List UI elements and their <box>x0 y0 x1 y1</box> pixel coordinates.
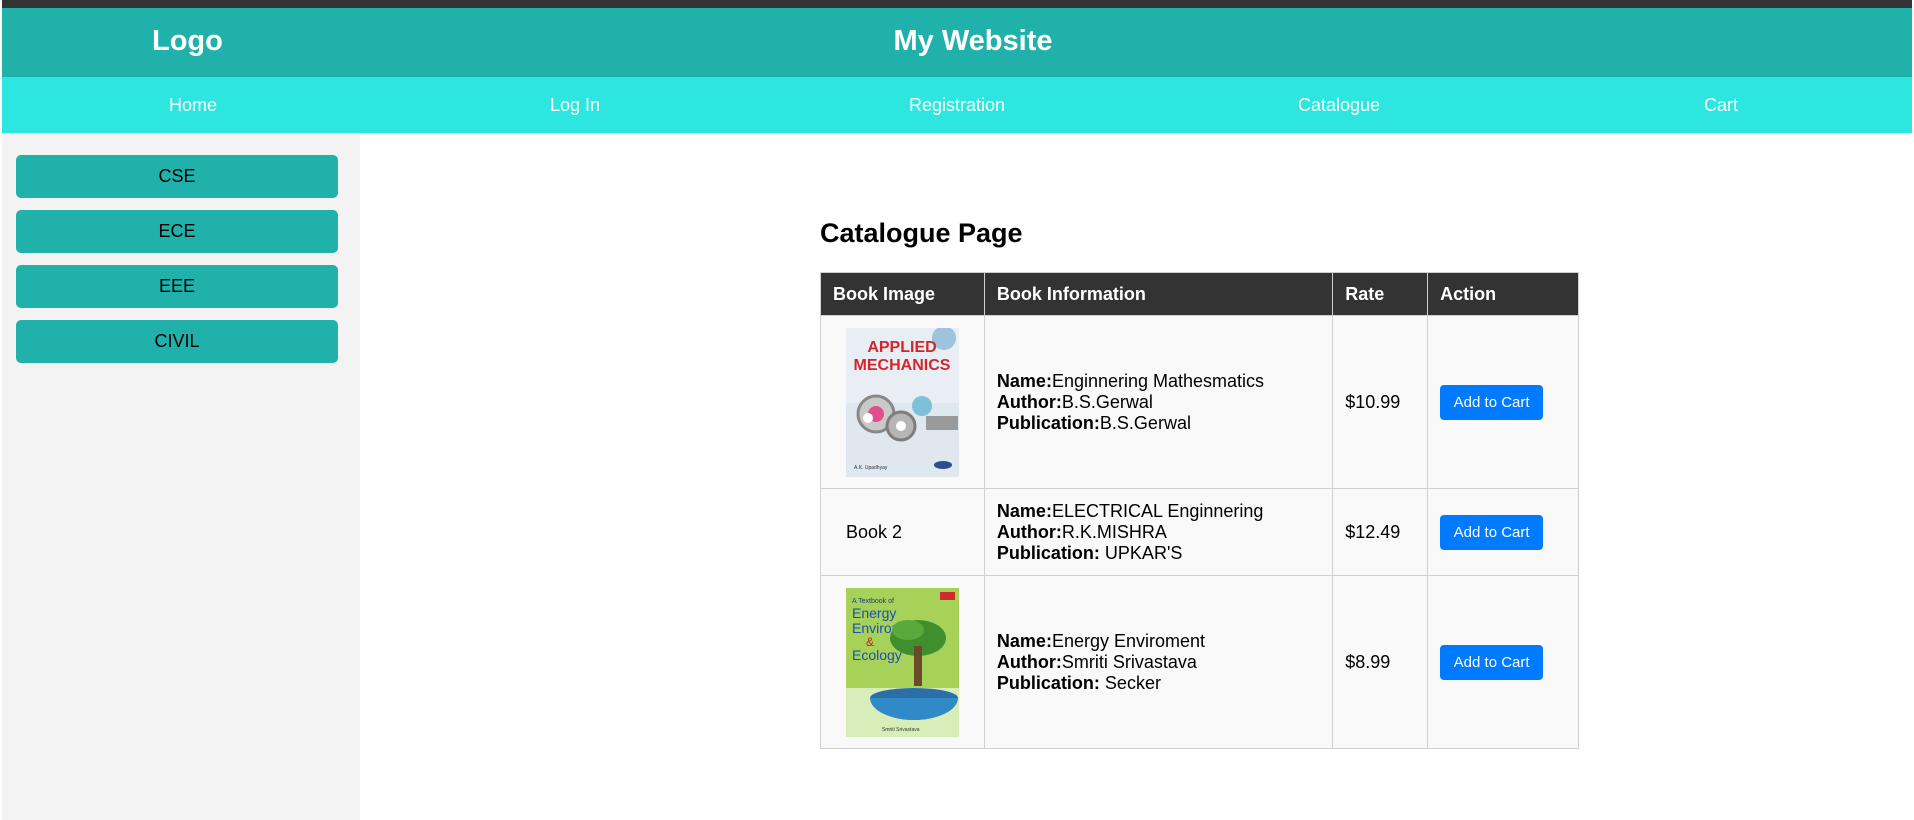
book-name: Enginnering Mathesmatics <box>1051 370 1265 391</box>
sidebar-item-cse[interactable]: CSE <box>16 155 338 198</box>
publication-label: Publication: <box>996 412 1100 433</box>
book-rate: $12.49 <box>1332 488 1429 576</box>
cover-author: Smriti Srivastava <box>882 727 920 733</box>
book-name: Energy Enviroment <box>1051 630 1206 651</box>
book-publication: UPKAR'S <box>1099 542 1183 563</box>
nav-catalogue[interactable]: Catalogue <box>1148 77 1530 133</box>
page-title: Catalogue Page <box>820 218 1023 248</box>
cover-title-line1: APPLIED <box>867 339 936 356</box>
book-author: B.S.Gerwal <box>1061 391 1153 412</box>
name-label: Name: <box>996 500 1052 521</box>
cover-title-line2: MECHANICS <box>854 357 951 374</box>
author-label: Author: <box>996 651 1062 672</box>
author-label: Author: <box>996 521 1062 542</box>
sidebar: CSE ECE EEE CIVIL <box>2 133 360 820</box>
author-label: Author: <box>996 391 1062 412</box>
main-content: Catalogue Page Book Image Book Informati… <box>820 215 1580 749</box>
name-label: Name: <box>996 630 1052 651</box>
site-title: My Website <box>893 25 1053 57</box>
sidebar-item-ece[interactable]: ECE <box>16 210 338 253</box>
book-info-cell: Name:Enginnering Mathesmatics Author:B.S… <box>983 315 1334 489</box>
add-to-cart-button[interactable]: Add to Cart <box>1440 644 1544 680</box>
book-publication: B.S.Gerwal <box>1099 412 1191 433</box>
book-action-cell: Add to Cart <box>1427 488 1579 576</box>
book-info-cell: Name:ELECTRICAL Enginnering Author:R.K.M… <box>983 488 1334 576</box>
column-header-rate: Rate <box>1332 272 1429 316</box>
column-header-image: Book Image <box>820 272 985 316</box>
cover-author: A.K. Upadhyay <box>854 465 888 471</box>
book-publication: Secker <box>1099 672 1161 693</box>
column-header-action: Action <box>1427 272 1579 316</box>
cover-subtitle: A Textbook of <box>852 598 894 605</box>
table-header-row: Book Image Book Information Rate Action <box>820 272 1579 316</box>
applied-mechanics-cover-image: APPLIED MECHANICS A.K. Upadhyay <box>846 327 959 477</box>
nav-login[interactable]: Log In <box>384 77 766 133</box>
book-image-cell: A Textbook of Energy Environment & Ecolo… <box>820 575 985 749</box>
table-row: APPLIED MECHANICS A.K. Upadhyay Name:Eng… <box>820 315 1579 489</box>
book-author: Smriti Srivastava <box>1061 651 1197 672</box>
book-rate: $8.99 <box>1332 575 1429 749</box>
publication-label: Publication: <box>996 542 1100 563</box>
book-info-cell: Name:Energy Enviroment Author:Smriti Sri… <box>983 575 1334 749</box>
site-header: Logo My Website <box>2 8 1912 77</box>
nav-registration[interactable]: Registration <box>766 77 1148 133</box>
column-header-info: Book Information <box>983 272 1334 316</box>
catalogue-table: Book Image Book Information Rate Action … <box>820 272 1579 749</box>
book-image-cell: Book 2 <box>820 488 985 576</box>
table-row: A Textbook of Energy Environment & Ecolo… <box>820 575 1579 749</box>
book-image-cell: APPLIED MECHANICS A.K. Upadhyay <box>820 315 985 489</box>
broken-image-alt-text: Book 2 <box>846 521 903 542</box>
sidebar-item-eee[interactable]: EEE <box>16 265 338 308</box>
book-action-cell: Add to Cart <box>1427 575 1579 749</box>
book-author: R.K.MISHRA <box>1061 521 1167 542</box>
book-rate: $10.99 <box>1332 315 1429 489</box>
main-nav: Home Log In Registration Catalogue Cart <box>2 77 1912 133</box>
add-to-cart-button[interactable]: Add to Cart <box>1440 514 1544 550</box>
publication-label: Publication: <box>996 672 1100 693</box>
top-border <box>2 0 1912 8</box>
nav-cart[interactable]: Cart <box>1530 77 1912 133</box>
cover-title-line1: Energy <box>852 605 896 621</box>
book-action-cell: Add to Cart <box>1427 315 1579 489</box>
energy-environment-cover-image: A Textbook of Energy Environment & Ecolo… <box>846 587 959 737</box>
broken-image-icon: Book 2 <box>846 522 902 542</box>
sidebar-item-civil[interactable]: CIVIL <box>16 320 338 363</box>
book-name: ELECTRICAL Enginnering <box>1051 500 1264 521</box>
add-to-cart-button[interactable]: Add to Cart <box>1440 384 1544 420</box>
name-label: Name: <box>996 370 1052 391</box>
table-row: Book 2 Name:ELECTRICAL Enginnering Autho… <box>820 488 1579 576</box>
nav-home[interactable]: Home <box>2 77 384 133</box>
cover-title-line3: Ecology <box>852 647 902 663</box>
